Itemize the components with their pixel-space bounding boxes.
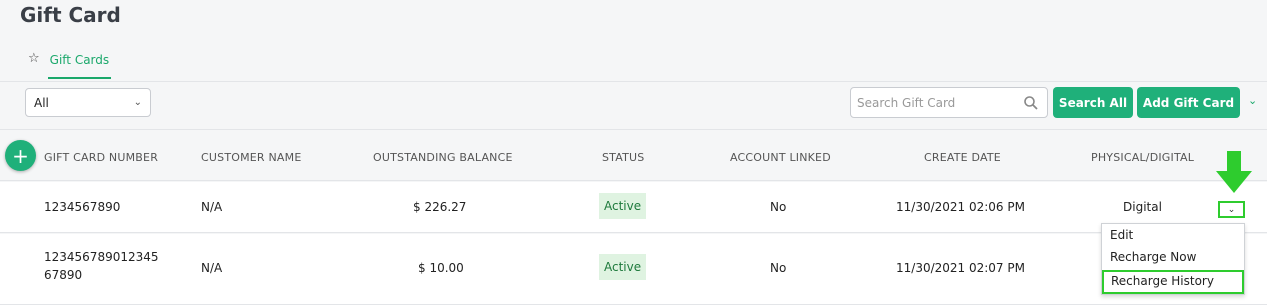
table-row: 1234567890 N/A $ 226.27 Active No 11/30/… xyxy=(0,182,1267,233)
column-header: CREATE DATE xyxy=(924,151,1001,164)
menu-item-recharge-history[interactable]: Recharge History xyxy=(1102,270,1244,294)
account-linked: No xyxy=(770,261,787,275)
customer-name: N/A xyxy=(201,261,223,275)
page-title: Gift Card xyxy=(20,3,121,27)
physical-digital: Digital xyxy=(1123,200,1162,214)
search-all-button[interactable]: Search All xyxy=(1053,87,1133,118)
search-input[interactable] xyxy=(851,95,1021,110)
status-badge: Active xyxy=(599,193,647,219)
column-header: PHYSICAL/DIGITAL xyxy=(1091,151,1195,164)
column-header: GIFT CARD NUMBER xyxy=(44,151,159,164)
status-badge: Active xyxy=(599,254,647,280)
chevron-down-icon: ⌄ xyxy=(1227,204,1236,215)
menu-item-edit[interactable]: Edit xyxy=(1102,225,1244,247)
gift-card-number: 123456789012345 xyxy=(44,250,159,264)
table-header: GIFT CARD NUMBER CUSTOMER NAME OUTSTANDI… xyxy=(0,130,1267,181)
gift-card-number-cont: 67890 xyxy=(44,268,83,282)
filter-value: All xyxy=(34,95,49,110)
chevron-down-icon[interactable]: ⌄ xyxy=(1248,94,1257,107)
tab-label: Gift Cards xyxy=(47,51,112,79)
gift-card-number: 1234567890 xyxy=(44,200,121,214)
tab-bar: ☆ Gift Cards xyxy=(0,38,1267,82)
menu-item-recharge-now[interactable]: Recharge Now xyxy=(1102,247,1244,269)
star-icon: ☆ xyxy=(28,51,40,66)
outstanding-balance: $ 226.27 xyxy=(413,200,467,214)
tab-gift-cards[interactable]: ☆ Gift Cards xyxy=(28,51,112,82)
add-gift-card-button[interactable]: Add Gift Card xyxy=(1137,87,1240,118)
column-header: OUTSTANDING BALANCE xyxy=(373,151,513,164)
column-header: CUSTOMER NAME xyxy=(201,151,302,164)
plus-icon: + xyxy=(12,143,29,168)
search-icon[interactable] xyxy=(1023,95,1039,111)
row-actions-menu: Edit Recharge Now Recharge History xyxy=(1101,223,1245,295)
column-header: ACCOUNT LINKED xyxy=(730,151,831,164)
column-header: STATUS xyxy=(602,151,645,164)
table-row: 123456789012345 67890 N/A $ 10.00 Active… xyxy=(0,234,1267,305)
arrow-down-icon xyxy=(1216,151,1252,193)
row-actions-toggle[interactable]: ⌄ xyxy=(1218,201,1245,218)
search-box xyxy=(850,87,1048,118)
create-date: 11/30/2021 02:07 PM xyxy=(896,261,1025,275)
add-row-button[interactable]: + xyxy=(5,140,36,171)
customer-name: N/A xyxy=(201,200,223,214)
filter-select[interactable]: All ⌄ xyxy=(25,88,151,117)
chevron-down-icon: ⌄ xyxy=(133,97,142,108)
create-date: 11/30/2021 02:06 PM xyxy=(896,200,1025,214)
account-linked: No xyxy=(770,200,787,214)
outstanding-balance: $ 10.00 xyxy=(418,261,464,275)
